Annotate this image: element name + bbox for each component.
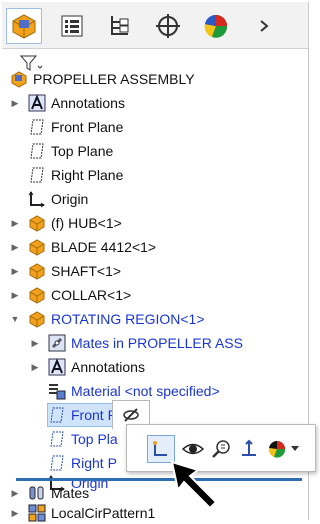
tab-dim-xpert-manager[interactable] <box>150 8 186 44</box>
tree-root-label: PROPELLER ASSEMBLY <box>33 71 195 87</box>
tree-item-material[interactable]: Material <not specified> <box>48 380 220 402</box>
tree-item-label: Top Pla <box>71 431 118 447</box>
tree-item-rotating-region[interactable]: ROTATING REGION<1> <box>28 308 205 330</box>
tab-more[interactable] <box>246 8 282 44</box>
tree-item-origin[interactable]: Origin <box>28 188 88 210</box>
chevron-down-icon <box>291 446 299 451</box>
expand-arrow-icon[interactable]: ▶ <box>30 362 40 372</box>
mates-folder-icon <box>48 334 66 352</box>
expand-arrow-icon[interactable]: ▶ <box>10 98 20 108</box>
tree-item-label: Material <not specified> <box>71 383 220 399</box>
part-icon <box>28 238 46 256</box>
tab-display-manager[interactable] <box>198 8 234 44</box>
tree-item-right-plane-2[interactable]: Right P <box>48 452 117 474</box>
tree-item-label: ROTATING REGION<1> <box>51 311 205 327</box>
crosshair-icon <box>156 14 180 38</box>
assembly-icon <box>10 70 28 88</box>
plane-icon <box>48 454 66 472</box>
collapse-arrow-icon[interactable]: ▼ <box>10 314 20 324</box>
tree-item-label: Mates in PROPELLER ASS <box>71 335 243 351</box>
tree-item-label: LocalCirPattern1 <box>51 505 156 521</box>
view-icon <box>182 443 204 455</box>
annotations-icon <box>48 358 66 376</box>
tab-configuration-manager[interactable] <box>102 8 138 44</box>
tree-item-collar[interactable]: COLLAR<1> <box>28 284 131 306</box>
tree-item-label: SHAFT<1> <box>51 263 122 279</box>
tree-item-shaft[interactable]: SHAFT<1> <box>28 260 121 282</box>
annotations-icon <box>28 94 46 112</box>
material-icon <box>48 382 66 400</box>
tree-item-localcirpattern[interactable]: LocalCirPattern1 <box>28 502 155 524</box>
tree-item-label: Right P <box>71 455 117 471</box>
tree-item-annotations-2[interactable]: Annotations <box>48 356 145 378</box>
tree-item-label: Front Plane <box>51 119 124 135</box>
tree-item-mates-in-assembly[interactable]: Mates in PROPELLER ASS <box>48 332 243 354</box>
zoom-to-selection-icon <box>212 440 230 458</box>
tree-item-front-plane[interactable]: Front Plane <box>28 116 123 138</box>
tree-item-label: Top Plane <box>51 143 114 159</box>
pattern-icon <box>28 504 46 522</box>
configuration-manager-icon <box>111 16 129 35</box>
appearance-dropdown[interactable] <box>287 435 303 463</box>
origin-icon <box>28 190 46 208</box>
hide-icon <box>123 408 139 422</box>
tree-item-blade[interactable]: BLADE 4412<1> <box>28 236 156 258</box>
tree-item-top-plane-2[interactable]: Top Pla <box>48 428 118 450</box>
tab-property-manager[interactable] <box>54 8 90 44</box>
tab-feature-manager[interactable] <box>6 8 42 44</box>
plane-icon <box>28 166 46 184</box>
tree-item-hub[interactable]: (f) HUB<1> <box>28 212 122 234</box>
expand-arrow-icon[interactable]: ▶ <box>10 218 20 228</box>
tree-divider <box>16 478 302 481</box>
tree-item-label: BLADE 4412<1> <box>51 239 157 255</box>
expand-arrow-icon[interactable]: ▶ <box>10 488 20 498</box>
plane-icon <box>28 118 46 136</box>
plane-icon <box>48 406 66 424</box>
tree-item-mates[interactable]: Mates <box>28 482 89 504</box>
tree-item-label: COLLAR<1> <box>51 287 132 303</box>
tree-item-label: Annotations <box>71 359 145 375</box>
tree-item-label: Origin <box>51 191 89 207</box>
plane-icon <box>28 142 46 160</box>
tree-item-top-plane[interactable]: Top Plane <box>28 140 113 162</box>
tree-item-label: Annotations <box>51 95 125 111</box>
appearance-icon <box>268 441 286 458</box>
tree-item-label: Right Plane <box>51 167 124 183</box>
expand-arrow-icon[interactable]: ▶ <box>10 290 20 300</box>
chevron-right-icon <box>260 20 269 32</box>
part-icon <box>28 214 46 232</box>
expand-arrow-icon[interactable]: ▶ <box>10 266 20 276</box>
normal-to-icon <box>242 439 256 456</box>
tree-item-right-plane[interactable]: Right Plane <box>28 164 123 186</box>
tree-item-annotations[interactable]: Annotations <box>28 92 125 114</box>
part-icon <box>28 286 46 304</box>
mates-icon <box>28 484 46 502</box>
tree-item-label: Mates <box>51 485 90 501</box>
tree-root[interactable]: PROPELLER ASSEMBLY <box>10 68 195 90</box>
expand-arrow-icon[interactable]: ▶ <box>10 242 20 252</box>
property-manager-icon <box>61 15 83 37</box>
expand-arrow-icon[interactable]: ▶ <box>10 508 20 518</box>
part-icon <box>28 310 46 328</box>
normal-to-button[interactable] <box>235 435 263 463</box>
sketch-icon <box>153 441 167 456</box>
part-icon <box>28 262 46 280</box>
plane-icon <box>48 430 66 448</box>
color-sphere-icon <box>204 14 228 38</box>
tree-item-label: (f) HUB<1> <box>51 215 122 231</box>
mouse-pointer-icon <box>170 460 218 510</box>
feature-manager-icon <box>12 14 36 39</box>
manager-tab-strip <box>2 2 308 49</box>
expand-arrow-icon[interactable]: ▶ <box>30 338 40 348</box>
